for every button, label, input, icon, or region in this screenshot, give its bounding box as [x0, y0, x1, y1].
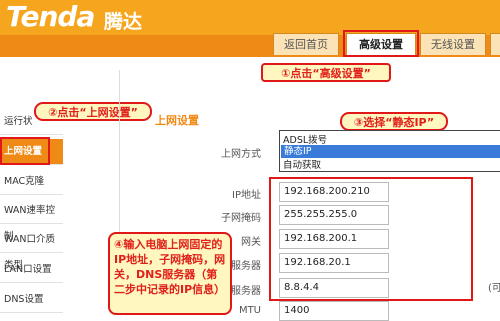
- brand-name: 腾达: [104, 11, 143, 33]
- tab-overflow[interactable]: [490, 33, 500, 55]
- callout-step4: ④输入电脑上网固定的IP地址，子网掩码，网关，DNS服务器（第二步中记录的IP信…: [108, 232, 232, 315]
- connection-type-label: 上网方式: [221, 149, 261, 160]
- tenda-logo: Tenda: [6, 0, 95, 33]
- callout-step2: ②点击“上网设置”: [34, 102, 152, 121]
- section-title: 上网设置: [155, 114, 199, 127]
- sidebar-item-dns-settings[interactable]: DNS设置: [0, 287, 63, 313]
- tab-home[interactable]: 返回首页: [273, 33, 339, 55]
- callout-step3: ③选择“静态IP”: [340, 112, 448, 131]
- callout-step1: ①点击“高级设置”: [261, 63, 391, 82]
- mtu-input[interactable]: 1400: [279, 301, 389, 321]
- tab-wireless-settings[interactable]: 无线设置: [420, 33, 486, 55]
- highlight-internet-settings: [0, 137, 50, 165]
- sidebar-item-wan-speed[interactable]: WAN速率控制: [0, 198, 63, 242]
- sidebar-item-mac-clone[interactable]: MAC克隆: [0, 169, 63, 195]
- sidebar-item-wan-media[interactable]: WAN口介质类型: [0, 227, 63, 271]
- clipped-hint: (可: [488, 283, 500, 294]
- ip-address-label: IP地址: [232, 190, 261, 201]
- header-bar: Tenda 腾达 返回首页 高级设置 无线设置: [0, 0, 500, 57]
- option-dhcp[interactable]: 自动获取: [283, 157, 321, 171]
- highlight-advanced-tab: [343, 30, 419, 57]
- sidebar-item-lan-settings[interactable]: LAN口设置: [0, 257, 63, 283]
- connection-type-dropdown[interactable]: ADSL拨号 静态IP 自动获取: [279, 130, 500, 172]
- subnet-mask-label: 子网掩码: [221, 213, 261, 224]
- sidebar: 运行状 上网设置 MAC克隆 WAN速率控制 WAN口介质类型 LAN口设置 D…: [0, 57, 63, 315]
- highlight-ip-fields: [269, 177, 473, 301]
- option-adsl[interactable]: ADSL拨号: [283, 132, 327, 146]
